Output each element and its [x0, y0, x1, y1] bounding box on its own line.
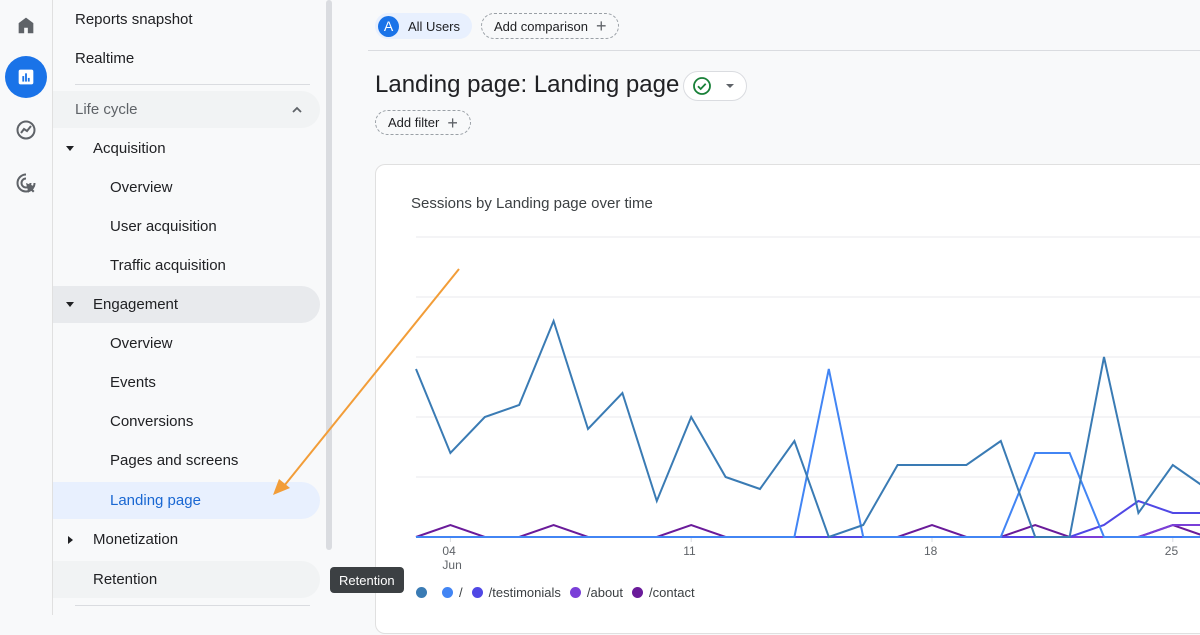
sidebar-item-label: Landing page — [110, 492, 201, 509]
add-filter-label: Add filter — [388, 115, 440, 130]
sidebar-divider — [75, 84, 310, 85]
chevron-up-icon — [292, 106, 302, 113]
sidebar-scrollbar[interactable] — [326, 0, 332, 550]
segment-label: All Users — [408, 18, 461, 34]
sidebar-section-label: Life cycle — [75, 101, 138, 118]
plus-icon: + — [595, 16, 607, 36]
legend-label: /testimonials — [488, 585, 561, 600]
sidebar-item-traffic-acquisition[interactable]: Traffic acquisition — [53, 247, 320, 284]
bar-chart-icon — [18, 69, 34, 85]
check-circle-icon — [693, 77, 711, 95]
segment-chip-all-users[interactable]: A All Users — [375, 13, 473, 39]
explore-button[interactable] — [5, 109, 47, 151]
add-comparison-button[interactable]: Add comparison + — [481, 13, 620, 39]
x-tick-label: 11 — [683, 544, 696, 558]
legend-dot-icon — [471, 587, 483, 598]
sidebar-item-label: Monetization — [93, 531, 179, 548]
legend-label: /contact — [649, 585, 695, 600]
sidebar-item-label: Conversions — [110, 413, 194, 430]
reports-button[interactable] — [5, 56, 47, 98]
legend-dot-icon — [416, 587, 427, 598]
legend-item[interactable]: / — [442, 585, 463, 600]
advertising-icon — [16, 173, 36, 193]
legend-dot-icon — [569, 587, 581, 598]
header-divider — [368, 50, 1200, 51]
add-comparison-label: Add comparison — [494, 18, 588, 34]
legend-dot-icon — [442, 587, 453, 598]
x-tick-sublabel: Jun — [442, 558, 461, 572]
caret-down-icon — [66, 302, 74, 307]
caret-right-icon — [68, 535, 73, 544]
sidebar-item-retention[interactable]: Retention — [53, 561, 320, 598]
sidebar-item-landing-page[interactable]: Landing page — [53, 482, 320, 519]
legend-label: / — [459, 585, 463, 600]
x-tick-label: 25 — [1165, 544, 1179, 558]
series-line-contact[interactable] — [415, 523, 1200, 538]
sidebar-item-acquisition-overview[interactable]: Overview — [53, 169, 320, 206]
main-content: A All Users Add comparison + Landing pag… — [353, 0, 1200, 634]
legend-label: /about — [586, 585, 624, 600]
home-icon — [18, 17, 34, 34]
caret-down-icon — [726, 84, 734, 88]
sidebar-item-conversions[interactable]: Conversions — [53, 403, 320, 440]
segment-avatar: A — [378, 15, 399, 37]
legend-item[interactable] — [416, 587, 433, 598]
chart-legend: / /testimonials/about/contact — [416, 585, 704, 600]
sidebar-item-label: Overview — [110, 335, 173, 352]
sidebar-item-label: Acquisition — [93, 140, 166, 157]
retention-tooltip: Retention — [330, 567, 404, 593]
add-filter-button[interactable]: Add filter + — [375, 110, 471, 135]
legend-item[interactable]: /contact — [632, 585, 695, 600]
sidebar-item-monetization[interactable]: Monetization — [53, 521, 320, 558]
line-chart: 04Jun 11 18 25 — [415, 236, 1200, 572]
sidebar-item-pages-and-screens[interactable]: Pages and screens — [53, 442, 320, 479]
sidebar-divider — [75, 605, 310, 606]
x-tick-label: 04 — [442, 544, 456, 558]
page-title: Landing page: Landing page — [375, 71, 680, 98]
sidebar-item-user-acquisition[interactable]: User acquisition — [53, 208, 320, 245]
report-status-dropdown[interactable] — [683, 71, 747, 101]
sidebar: Reports snapshot Realtime Life cycle Acq… — [53, 0, 333, 615]
x-tick-label: 18 — [924, 544, 938, 558]
sidebar-item-label: Retention — [93, 571, 158, 588]
sidebar-item-acquisition[interactable]: Acquisition — [53, 130, 320, 167]
caret-down-icon — [66, 146, 74, 151]
sidebar-item-label: Pages and screens — [110, 452, 239, 469]
sidebar-item-label: Realtime — [75, 50, 135, 67]
sidebar-item-engagement-overview[interactable]: Overview — [53, 325, 320, 362]
sidebar-item-label: Events — [110, 374, 156, 391]
sidebar-item-label: User acquisition — [110, 218, 217, 235]
sidebar-item-engagement[interactable]: Engagement — [53, 286, 320, 323]
legend-item[interactable]: /testimonials — [471, 585, 561, 600]
sidebar-item-label: Traffic acquisition — [110, 257, 226, 274]
legend-dot-icon — [632, 587, 644, 598]
series-line-root[interactable] — [416, 368, 1200, 538]
advertising-button[interactable] — [5, 162, 47, 204]
explore-icon — [16, 120, 36, 140]
sidebar-section-lifecycle[interactable]: Life cycle — [53, 91, 320, 128]
sidebar-item-events[interactable]: Events — [53, 364, 320, 401]
sidebar-item-label: Overview — [110, 179, 173, 196]
chart-card: Sessions by Landing page over time 04 Jun… — [375, 164, 1200, 634]
sidebar-item-label: Reports snapshot — [75, 11, 193, 28]
series-line-unnamed[interactable] — [415, 318, 1200, 539]
sidebar-item-reports-snapshot[interactable]: Reports snapshot — [53, 1, 320, 38]
sidebar-item-label: Engagement — [93, 296, 179, 313]
home-button[interactable] — [5, 4, 47, 46]
nav-rail — [0, 0, 53, 615]
plus-icon: + — [447, 112, 458, 133]
legend-item[interactable]: /about — [569, 585, 624, 600]
sidebar-item-realtime[interactable]: Realtime — [53, 40, 320, 77]
